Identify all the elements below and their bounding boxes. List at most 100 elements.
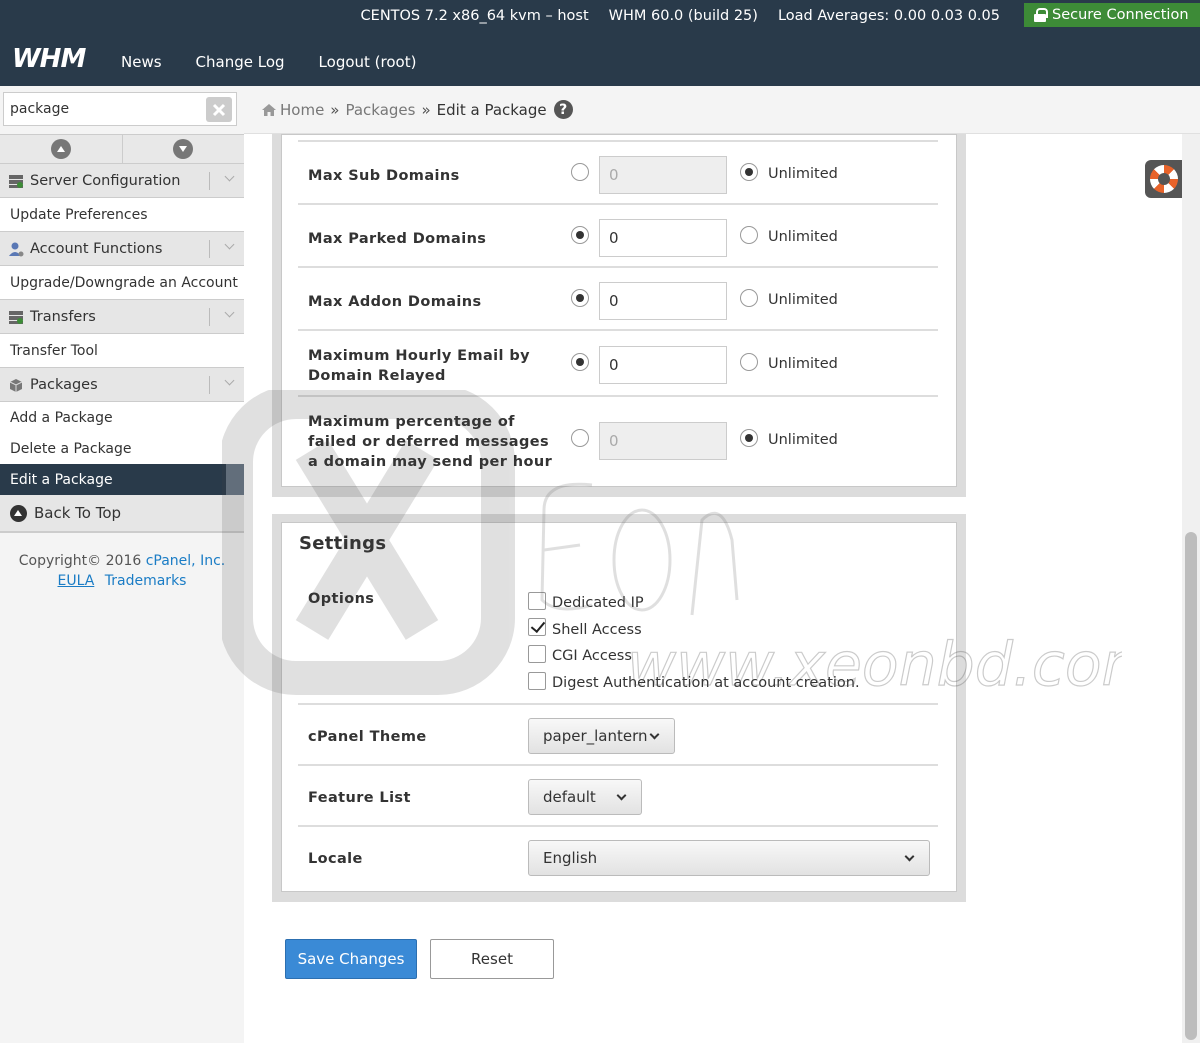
limit-row-divider <box>298 329 938 331</box>
limit-label: Max Addon Domains <box>308 294 482 310</box>
arrow-up-icon <box>10 504 27 522</box>
nav-change-log[interactable]: Change Log <box>179 53 302 71</box>
lifebuoy-icon <box>1150 165 1178 193</box>
server-config-icon <box>9 174 23 188</box>
option-label: Digest Authentication at account creatio… <box>552 675 860 691</box>
option-checkbox-dedicated-ip[interactable] <box>528 592 546 610</box>
limit-number-input[interactable] <box>599 156 727 194</box>
option-checkbox-digest-auth[interactable] <box>528 672 546 690</box>
limit-number-input[interactable] <box>599 282 727 320</box>
chevron-down-icon <box>220 241 232 253</box>
chevron-down-icon <box>220 377 232 389</box>
cpanel-theme-value: paper_lantern <box>543 727 648 745</box>
sidebar-category-label: Server Configuration <box>30 172 181 189</box>
user-icon <box>9 242 24 256</box>
limit-value-radio[interactable] <box>571 429 589 447</box>
scrollbar[interactable] <box>1182 134 1200 1043</box>
limit-value-radio[interactable] <box>571 163 589 181</box>
system-info: CENTOS 7.2 x86_64 kvm – host <box>360 8 589 24</box>
save-changes-button[interactable]: Save Changes <box>285 939 417 979</box>
reset-button[interactable]: Reset <box>430 939 554 979</box>
option-label: Dedicated IP <box>552 595 644 611</box>
cpanel-link[interactable]: cPanel, Inc. <box>146 553 226 569</box>
limit-unlimited-radio[interactable] <box>740 226 758 244</box>
transfer-icon <box>9 310 23 324</box>
limit-label: Max Sub Domains <box>308 168 460 184</box>
copyright-text: Copyright© 2016 <box>18 553 142 569</box>
options-label: Options <box>308 591 375 607</box>
breadcrumb: Home » Packages » Edit a Package ? <box>244 86 1200 134</box>
feature-list-value: default <box>543 788 596 806</box>
sidebar-item-delete-package[interactable]: Delete a Package <box>0 433 244 464</box>
expand-all-button[interactable] <box>123 135 245 163</box>
sidebar-item-edit-package[interactable]: Edit a Package <box>0 464 244 495</box>
option-checkbox-cgi-access[interactable] <box>528 645 546 663</box>
sidebar-footer: Copyright© 2016 cPanel, Inc. EULA Tradem… <box>0 533 244 593</box>
sidebar-category-account-functions[interactable]: Account Functions <box>0 232 244 266</box>
chevron-up-icon <box>50 139 71 159</box>
cpanel-theme-label: cPanel Theme <box>308 729 427 745</box>
limit-unlimited-radio[interactable] <box>740 429 758 447</box>
unlimited-label: Unlimited <box>768 432 838 448</box>
trademarks-link[interactable]: Trademarks <box>105 573 187 589</box>
collapse-controls <box>0 134 244 164</box>
feature-list-label: Feature List <box>308 790 411 806</box>
locale-select[interactable]: English <box>528 840 930 876</box>
home-icon <box>262 103 276 116</box>
limit-row-divider <box>298 395 938 397</box>
feature-list-select[interactable]: default <box>528 779 642 815</box>
sidebar-search <box>0 86 244 134</box>
option-checkbox-shell-access[interactable] <box>528 618 546 636</box>
sidebar-category-server-configuration[interactable]: Server Configuration <box>0 164 244 198</box>
cpanel-theme-select[interactable]: paper_lantern <box>528 718 675 754</box>
eula-link[interactable]: EULA <box>58 573 95 589</box>
limit-row-divider <box>298 203 938 205</box>
whm-logo[interactable]: WHM <box>12 44 86 74</box>
sidebar-category-packages[interactable]: Packages <box>0 368 244 402</box>
help-icon[interactable]: ? <box>553 100 573 119</box>
sidebar-category-label: Packages <box>30 376 98 393</box>
sidebar-item-update-preferences[interactable]: Update Preferences <box>0 198 244 232</box>
limit-value-radio[interactable] <box>571 226 589 244</box>
top-nav: News Change Log Logout (root) <box>104 40 433 84</box>
settings-row-divider <box>298 703 938 705</box>
limit-unlimited-radio[interactable] <box>740 289 758 307</box>
locale-value: English <box>543 849 598 867</box>
help-widget[interactable] <box>1145 160 1183 198</box>
load-averages: Load Averages: 0.00 0.03 0.05 <box>777 8 1000 24</box>
limit-row-divider <box>298 266 938 268</box>
locale-label: Locale <box>308 851 363 867</box>
search-input[interactable] <box>3 92 237 126</box>
sidebar-category-transfers[interactable]: Transfers <box>0 300 244 334</box>
limit-value-radio[interactable] <box>571 353 589 371</box>
option-label: Shell Access <box>552 622 642 638</box>
back-to-top-button[interactable]: Back To Top <box>0 495 244 533</box>
sidebar-item-add-package[interactable]: Add a Package <box>0 402 244 433</box>
breadcrumb-home[interactable]: Home <box>280 101 324 119</box>
breadcrumb-packages[interactable]: Packages <box>345 101 415 119</box>
breadcrumb-separator: » <box>330 100 340 119</box>
chevron-down-icon <box>904 851 915 862</box>
collapse-all-button[interactable] <box>0 135 123 163</box>
nav-news[interactable]: News <box>104 53 179 71</box>
sidebar-item-upgrade-downgrade[interactable]: Upgrade/Downgrade an Account <box>0 266 244 300</box>
settings-row-divider <box>298 825 938 827</box>
limit-number-input[interactable] <box>599 219 727 257</box>
sidebar-nav: Server Configuration Update Preferences … <box>0 164 244 593</box>
limit-number-input[interactable] <box>599 422 727 460</box>
sidebar-category-label: Account Functions <box>30 240 163 257</box>
limit-unlimited-radio[interactable] <box>740 353 758 371</box>
limit-unlimited-radio[interactable] <box>740 163 758 181</box>
secure-connection-badge[interactable]: Secure Connection <box>1024 3 1200 27</box>
nav-logout[interactable]: Logout (root) <box>302 53 434 71</box>
settings-title: Settings <box>299 533 387 554</box>
lock-icon <box>1034 8 1048 22</box>
limit-value-radio[interactable] <box>571 289 589 307</box>
settings-panel <box>281 522 957 892</box>
chevron-down-icon <box>220 173 232 185</box>
clear-search-button[interactable] <box>206 97 232 122</box>
limit-number-input[interactable] <box>599 346 727 384</box>
scrollbar-thumb[interactable] <box>1185 532 1197 1040</box>
limit-label: Max Parked Domains <box>308 231 487 247</box>
sidebar-item-transfer-tool[interactable]: Transfer Tool <box>0 334 244 368</box>
